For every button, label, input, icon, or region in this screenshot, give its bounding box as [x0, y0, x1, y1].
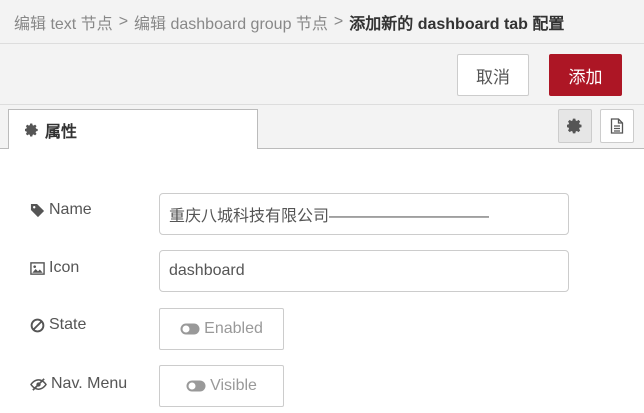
gear-icon [25, 123, 39, 137]
state-toggle-button[interactable]: Enabled [159, 308, 284, 350]
properties-form: Name 重庆八城科技有限公司—————————— Icon dashboard… [0, 149, 644, 413]
state-row: State [30, 316, 86, 334]
breadcrumb-current: 添加新的 dashboard tab 配置 [349, 15, 565, 33]
breadcrumb-item-text-node[interactable]: 编辑 text 节点 [14, 10, 113, 34]
state-label: State [49, 316, 87, 333]
eye-slash-icon [30, 377, 47, 392]
tab-properties[interactable]: 属性 [8, 109, 258, 150]
dialog-toolbar: 取消 添加 [0, 44, 644, 105]
name-input[interactable]: 重庆八城科技有限公司—————————— [159, 193, 569, 235]
description-tab-button[interactable] [600, 109, 634, 143]
icon-input[interactable]: dashboard [159, 250, 569, 292]
nav-menu-row: Nav. Menu [30, 375, 127, 393]
name-row: Name [30, 201, 92, 219]
nav-menu-toggle-label: Visible [210, 377, 257, 394]
nav-menu-label: Nav. Menu [51, 375, 128, 392]
icon-label: Icon [49, 259, 80, 276]
tab-properties-label: 属性 [45, 123, 78, 141]
name-label: Name [49, 201, 92, 218]
breadcrumb-item-group-node[interactable]: 编辑 dashboard group 节点 [134, 10, 328, 34]
document-icon [610, 118, 624, 134]
tag-icon [30, 203, 45, 218]
icon-row: Icon [30, 259, 79, 277]
toggle-on-icon [186, 380, 206, 392]
ban-icon [30, 318, 45, 333]
add-button[interactable]: 添加 [549, 54, 622, 96]
settings-tab-button[interactable] [558, 109, 592, 143]
tab-bar: 属性 [0, 105, 644, 150]
image-icon [30, 261, 45, 276]
breadcrumb-separator: > [118, 12, 129, 30]
state-toggle-label: Enabled [204, 320, 263, 337]
nav-menu-toggle-button[interactable]: Visible [159, 365, 284, 407]
gear-icon [567, 118, 583, 134]
breadcrumb-separator: > [333, 12, 344, 30]
toggle-on-icon [180, 323, 200, 335]
breadcrumb: 编辑 text 节点 > 编辑 dashboard group 节点 > 添加新… [0, 0, 644, 44]
cancel-button[interactable]: 取消 [457, 54, 529, 96]
